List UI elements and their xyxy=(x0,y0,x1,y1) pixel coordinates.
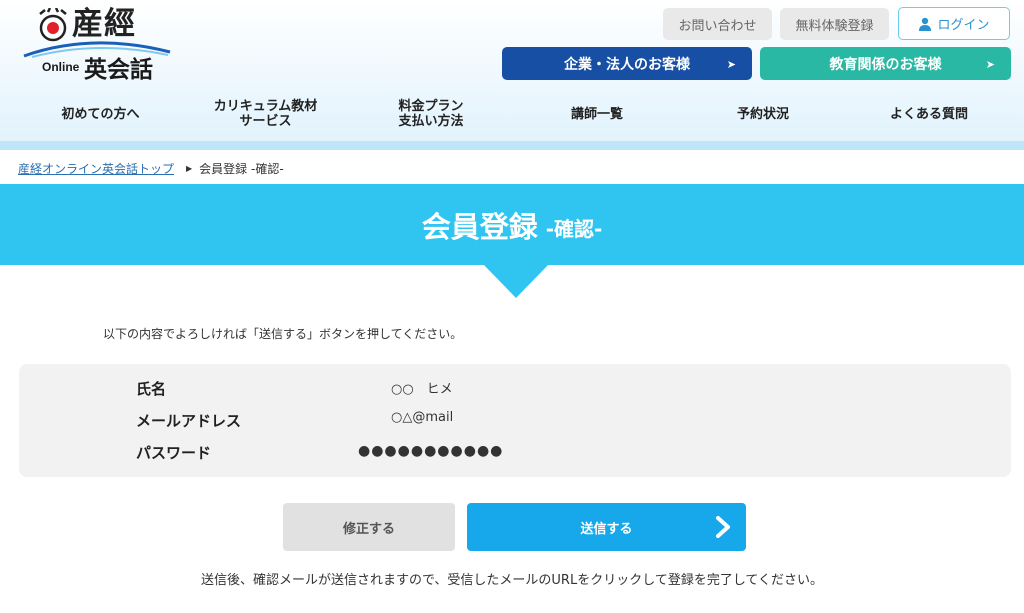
header-stripe xyxy=(0,141,1024,150)
free-trial-button[interactable]: 無料体験登録 xyxy=(780,8,889,40)
page-title-sub: -確認- xyxy=(545,217,603,241)
nav-item-curriculum[interactable]: カリキュラム教材 サービス xyxy=(183,92,348,136)
arrow-right-icon: ➤ xyxy=(985,58,995,71)
site-header: 産經 Online 英会話 お問い合わせ 無料体験登録 ログイン 企業・法人のお… xyxy=(0,0,1024,150)
user-icon xyxy=(919,17,932,31)
nav-item-faq[interactable]: よくある質問 xyxy=(846,92,1012,136)
edit-label: 修正する xyxy=(342,521,395,537)
arrow-right-icon: ➤ xyxy=(726,58,736,71)
send-button[interactable]: 送信する xyxy=(467,503,746,551)
education-customers-button[interactable]: 教育関係のお客様 ➤ xyxy=(760,47,1011,80)
corporate-customers-button[interactable]: 企業・法人のお客様 ➤ xyxy=(502,47,752,80)
footnote-text: 送信後、確認メールが送信されますので、受信したメールのURLをクリックして登録を… xyxy=(200,573,824,588)
site-logo[interactable]: 産經 Online 英会話 xyxy=(22,6,172,83)
breadcrumb: 産経オンライン英会話トップ ▶ 会員登録 -確認- xyxy=(18,160,284,177)
logo-eikaiwa: 英会話 xyxy=(84,57,153,83)
education-label: 教育関係のお客様 xyxy=(829,56,942,73)
nav-item-reservations[interactable]: 予約状況 xyxy=(680,92,846,136)
name-value: ○○ ヒメ xyxy=(391,382,453,397)
page-title: 会員登録 -確認- xyxy=(0,184,1024,265)
main-nav: 初めての方へ カリキュラム教材 サービス 料金プラン 支払い方法 講師一覧 予約状況… xyxy=(0,92,1024,136)
corporate-label: 企業・法人のお客様 xyxy=(564,56,690,73)
name-label: 氏名 xyxy=(136,380,167,398)
chevron-right-icon xyxy=(716,516,730,538)
nav-item-teachers[interactable]: 講師一覧 xyxy=(514,92,680,136)
login-label: ログイン xyxy=(937,18,990,33)
instruction-text: 以下の内容でよろしければ「送信する」ボタンを押してください。 xyxy=(103,327,463,341)
page-title-main: 会員登録 xyxy=(421,209,538,244)
breadcrumb-separator-icon: ▶ xyxy=(186,164,193,173)
nav-item-pricing[interactable]: 料金プラン 支払い方法 xyxy=(348,92,514,136)
page-title-band: 会員登録 -確認- xyxy=(0,184,1024,265)
contact-button[interactable]: お問い合わせ xyxy=(663,8,772,40)
login-button[interactable]: ログイン xyxy=(898,7,1010,40)
send-label: 送信する xyxy=(580,521,633,537)
password-label: パスワード xyxy=(136,444,212,462)
email-value: ○△@mail xyxy=(391,410,454,425)
logo-online: Online xyxy=(42,60,80,74)
breadcrumb-home-link[interactable]: 産経オンライン英会話トップ xyxy=(18,160,174,177)
breadcrumb-current: 会員登録 -確認- xyxy=(199,162,284,176)
password-value: ●●●●●●●●●●● xyxy=(358,443,504,459)
nav-item-first-time[interactable]: 初めての方へ xyxy=(18,92,183,136)
title-notch xyxy=(483,264,549,298)
email-label: メールアドレス xyxy=(136,412,242,430)
edit-button[interactable]: 修正する xyxy=(283,503,455,551)
